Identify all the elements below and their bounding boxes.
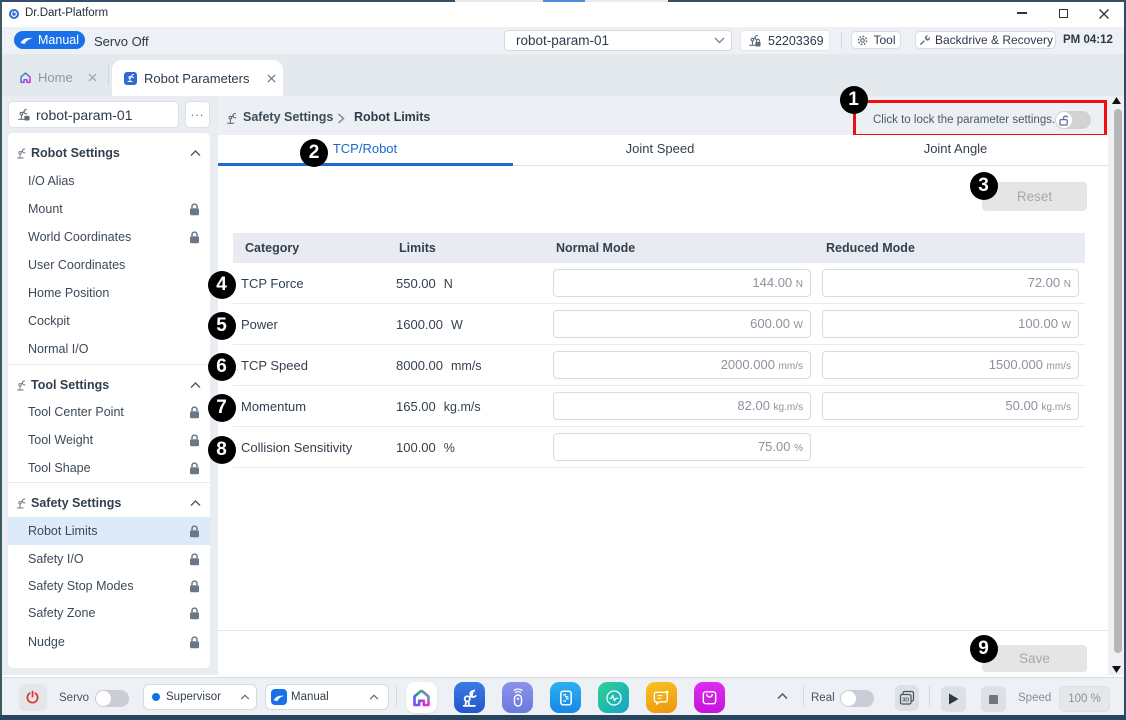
svg-text:3D: 3D [902, 698, 909, 704]
